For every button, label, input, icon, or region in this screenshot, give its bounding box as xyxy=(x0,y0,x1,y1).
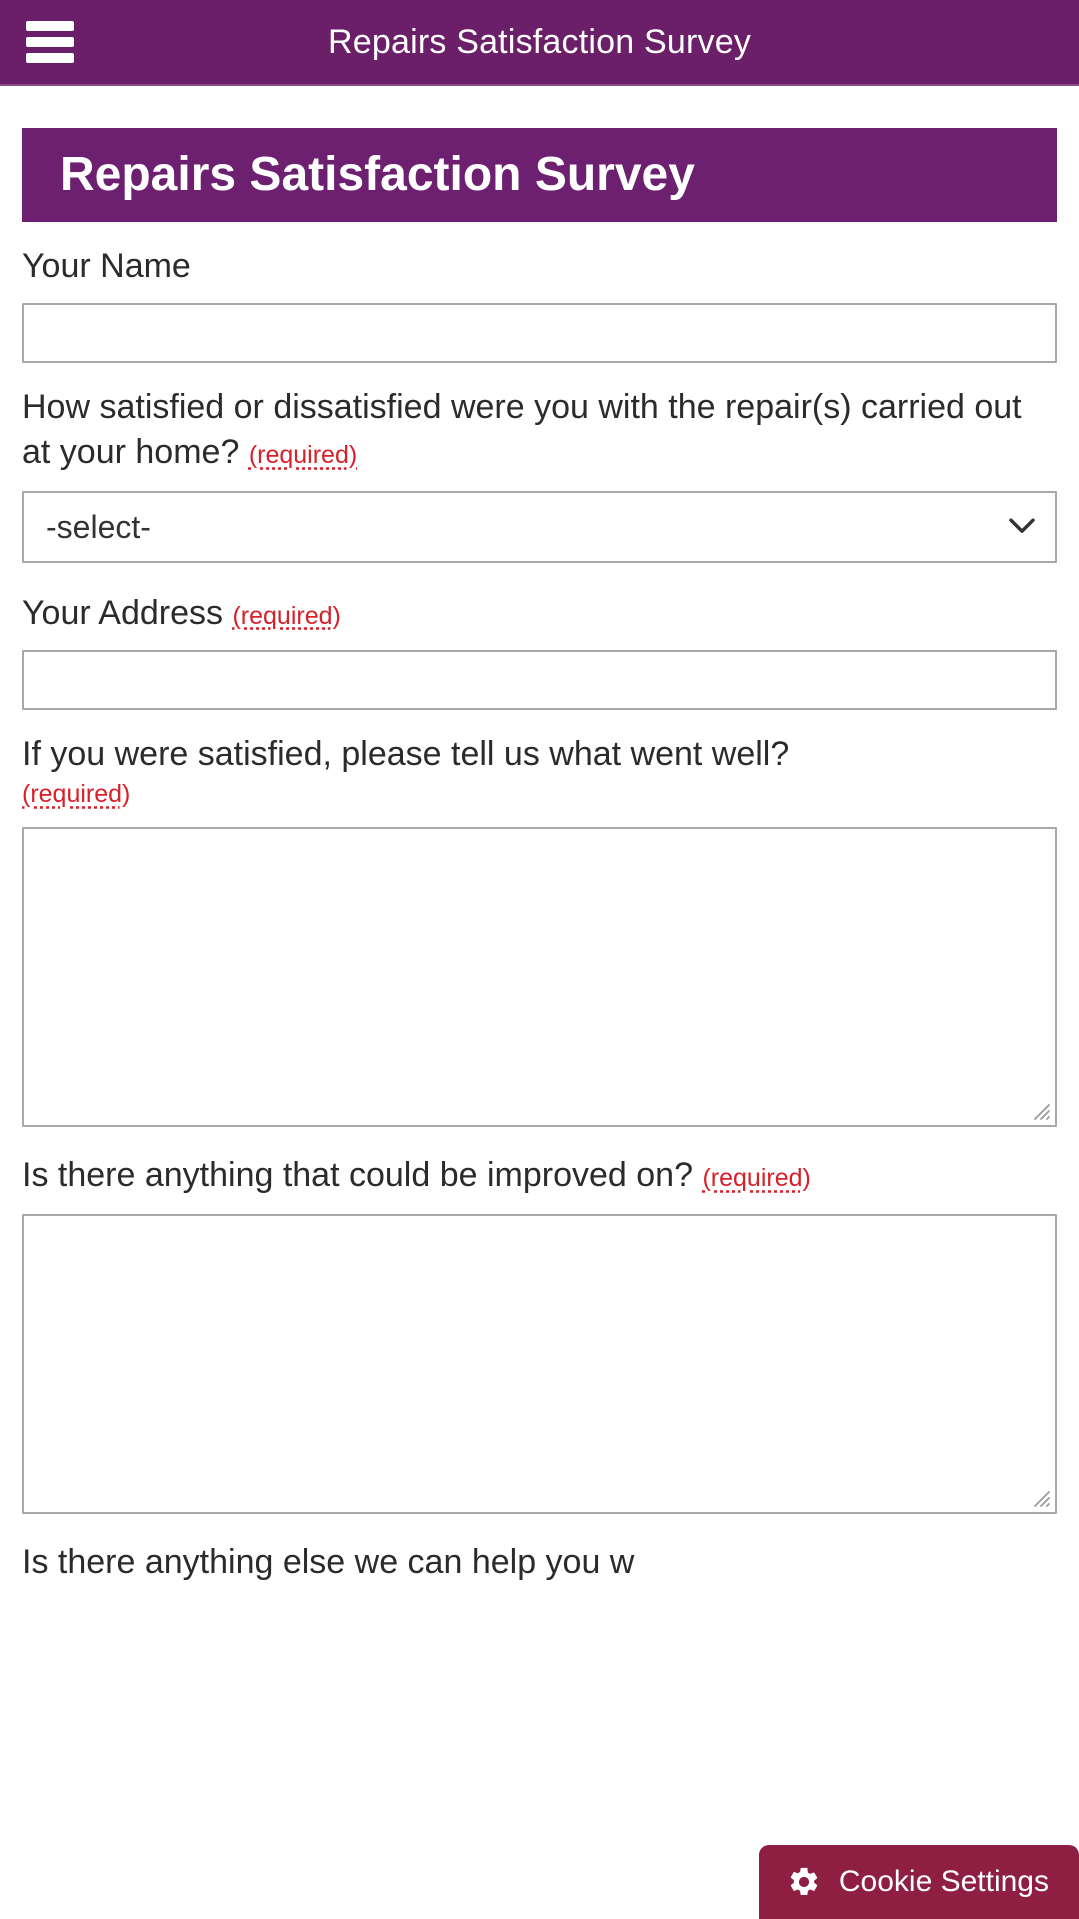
label-your-address-text: Your Address xyxy=(22,593,223,632)
app-header-title: Repairs Satisfaction Survey xyxy=(327,23,752,61)
field-your-name: Your Name xyxy=(22,244,1057,363)
textarea-wrapper-improvements xyxy=(22,1214,1057,1515)
required-marker-improvements: (required) xyxy=(702,1164,811,1193)
required-marker-your-address: (required) xyxy=(232,601,341,630)
hamburger-menu-icon[interactable] xyxy=(26,21,74,63)
app-header-bar: Repairs Satisfaction Survey xyxy=(0,0,1079,86)
required-marker-satisfaction: (required) xyxy=(248,440,358,469)
field-improvements: Is there anything that could be improved… xyxy=(22,1153,1057,1515)
input-your-address[interactable] xyxy=(22,649,1057,710)
textarea-wrapper-what-went-well xyxy=(22,827,1057,1128)
input-your-name[interactable] xyxy=(22,302,1057,363)
label-your-name: Your Name xyxy=(22,244,1057,289)
label-satisfaction-text: How satisfied or dissatisfied were you w… xyxy=(22,387,1022,471)
select-satisfaction[interactable]: -select- xyxy=(22,490,1057,563)
label-your-name-text: Your Name xyxy=(22,247,191,285)
survey-page: Repairs Satisfaction Survey Your Name Ho… xyxy=(0,128,1079,1585)
hamburger-bar-2 xyxy=(26,37,74,47)
required-marker-what-went-well: (required) xyxy=(22,780,131,809)
label-improvements: Is there anything that could be improved… xyxy=(22,1153,1057,1198)
page-title: Repairs Satisfaction Survey xyxy=(60,148,695,201)
field-satisfaction: How satisfied or dissatisfied were you w… xyxy=(22,385,1057,563)
select-wrapper-satisfaction: -select- xyxy=(22,490,1057,563)
label-what-went-well: If you were satisfied, please tell us wh… xyxy=(22,732,1057,812)
textarea-what-went-well[interactable] xyxy=(22,827,1057,1128)
gear-icon xyxy=(790,1867,818,1896)
field-anything-else: Is there anything else we can help you w xyxy=(22,1540,1057,1585)
label-improvements-text: Is there anything that could be improved… xyxy=(22,1156,693,1195)
page-title-banner: Repairs Satisfaction Survey xyxy=(22,128,1057,222)
hamburger-bar-1 xyxy=(26,21,74,31)
hamburger-bar-3 xyxy=(26,53,74,63)
cookie-settings-button[interactable]: Cookie Settings xyxy=(758,1845,1079,1919)
label-anything-else-text: Is there anything else we can help you w xyxy=(22,1543,635,1582)
label-your-address: Your Address (required) xyxy=(22,591,1057,636)
label-what-went-well-text: If you were satisfied, please tell us wh… xyxy=(22,734,790,773)
textarea-improvements[interactable] xyxy=(22,1214,1057,1515)
field-your-address: Your Address (required) xyxy=(22,591,1057,710)
label-anything-else: Is there anything else we can help you w xyxy=(22,1540,1057,1585)
cookie-settings-label: Cookie Settings xyxy=(838,1865,1049,1898)
field-what-went-well: If you were satisfied, please tell us wh… xyxy=(22,732,1057,1128)
label-satisfaction: How satisfied or dissatisfied were you w… xyxy=(22,385,1057,475)
